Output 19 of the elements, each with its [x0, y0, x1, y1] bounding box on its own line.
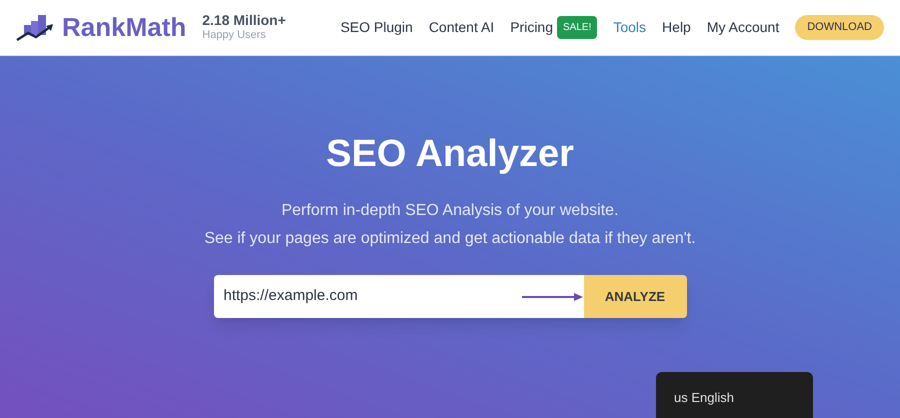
analyze-button[interactable]: ANALYZE [584, 275, 686, 318]
logo-text: RankMath [62, 11, 186, 44]
subtitle-text: See if your pages are optimized and get actionable data if they aren't. [204, 229, 696, 249]
nav-link[interactable]: SEO Plugin [340, 17, 413, 38]
nav-link[interactable]: Tools [613, 17, 646, 38]
users-count: 2.18 Million+ [202, 12, 286, 30]
url-field[interactable]: https://example.com [214, 275, 584, 318]
download-button[interactable]: DOWNLOAD [795, 15, 884, 40]
page-title: SEO Analyzer [326, 132, 574, 177]
users-caption: Happy Users [202, 29, 267, 44]
subtitle-text: Perform in-depth SEO Analysis of your website. [281, 201, 619, 221]
nav-link[interactable]: Content AI [428, 17, 494, 38]
nav-link[interactable]: Help [662, 17, 691, 38]
logo-icon [16, 14, 54, 40]
language-popup[interactable]: us English [656, 372, 813, 418]
sale-badge: SALE! [557, 16, 598, 39]
arrow-icon [522, 292, 584, 302]
nav-link[interactable]: Pricing [510, 17, 553, 38]
nav-link[interactable]: My Account [706, 17, 780, 38]
